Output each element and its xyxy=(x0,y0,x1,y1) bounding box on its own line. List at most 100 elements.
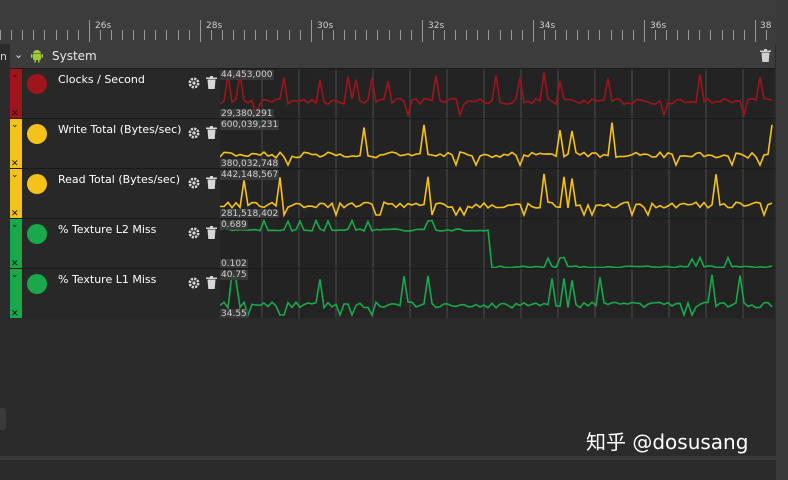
graph-max-value: 40.75 xyxy=(220,270,248,280)
row-color-bar[interactable]: ⌄ ✕ xyxy=(10,169,22,219)
ruler-tick xyxy=(100,30,101,40)
trash-icon[interactable] xyxy=(206,276,217,289)
ruler-tick xyxy=(744,30,745,40)
ruler-tick xyxy=(266,30,267,40)
ruler-tick xyxy=(522,30,523,40)
ruler-tick xyxy=(733,30,734,40)
ruler-tick xyxy=(133,30,134,40)
counter-trace xyxy=(220,72,773,119)
ruler-tick xyxy=(300,30,301,40)
chevron-down-icon[interactable]: ⌄ xyxy=(14,48,23,61)
trash-icon[interactable] xyxy=(206,176,217,189)
ruler-tick xyxy=(255,30,256,40)
counter-row-read-total[interactable]: ⌄ ✕ Read Total (Bytes/sec) 442,148,567 28… xyxy=(10,168,775,219)
gear-icon[interactable] xyxy=(188,277,200,289)
color-indicator[interactable] xyxy=(27,74,47,94)
tick-label: 26s xyxy=(95,21,112,31)
chevron-down-icon[interactable]: ⌄ xyxy=(11,170,19,180)
ruler-tick xyxy=(155,30,156,40)
timeline-ruler[interactable]: 26s 28s 30s 32s 34s 36s 38 xyxy=(0,0,788,44)
ruler-tick xyxy=(455,30,456,40)
ruler-tick xyxy=(710,30,711,40)
gear-icon[interactable] xyxy=(188,227,200,239)
counter-trace xyxy=(220,173,773,218)
counter-row-clocks[interactable]: ⌄ ✕ Clocks / Second 44,453,000 29,380,291 xyxy=(10,68,775,119)
right-side-panel xyxy=(776,0,788,480)
ruler-tick xyxy=(333,30,334,40)
counter-graph[interactable]: 442,148,567 281,518,402 xyxy=(220,169,774,219)
tick-label: 36s xyxy=(650,21,667,31)
ruler-tick xyxy=(633,30,634,40)
counter-row-texture-l2-miss[interactable]: ⌄ ✕ % Texture L2 Miss 0.689 0.102 xyxy=(10,218,775,269)
row-color-bar[interactable]: ⌄ ✕ xyxy=(10,69,22,119)
collapse-handle[interactable] xyxy=(0,408,6,430)
ruler-tick xyxy=(533,20,534,42)
color-indicator[interactable] xyxy=(27,174,47,194)
counter-graph[interactable]: 600,039,231 380,032,748 xyxy=(220,119,774,169)
ruler-tick xyxy=(11,30,12,40)
ruler-tick xyxy=(444,30,445,40)
row-color-bar[interactable]: ⌄ ✕ xyxy=(10,119,22,169)
color-indicator[interactable] xyxy=(27,274,47,294)
counter-trace xyxy=(220,219,773,269)
tick-label: 30s xyxy=(317,21,334,31)
tick-label: 28s xyxy=(206,21,223,31)
ruler-tick xyxy=(722,30,723,40)
gear-icon[interactable] xyxy=(188,127,200,139)
gear-icon[interactable] xyxy=(188,77,200,89)
trash-icon[interactable] xyxy=(206,226,217,239)
graph-max-value: 600,039,231 xyxy=(220,120,280,130)
ruler-tick xyxy=(377,30,378,40)
android-icon xyxy=(31,50,43,63)
ruler-tick xyxy=(755,20,756,42)
counter-row-write-total[interactable]: ⌄ ✕ Write Total (Bytes/sec) 600,039,231 3… xyxy=(10,118,775,169)
ruler-tick xyxy=(44,30,45,40)
graph-max-value: 442,148,567 xyxy=(220,170,280,180)
ruler-tick xyxy=(411,30,412,40)
counter-graph[interactable]: 0.689 0.102 xyxy=(220,219,774,269)
ruler-tick xyxy=(189,30,190,40)
graph-max-value: 44,453,000 xyxy=(220,70,274,80)
chevron-down-icon[interactable]: ⌄ xyxy=(11,270,19,280)
horizontal-scrollbar[interactable] xyxy=(0,456,776,460)
chevron-down-icon[interactable]: ⌄ xyxy=(11,120,19,130)
ruler-tick xyxy=(655,30,656,40)
counter-label: % Texture L1 Miss xyxy=(58,273,157,286)
row-color-bar[interactable]: ⌄ ✕ xyxy=(10,269,22,319)
counter-label: Clocks / Second xyxy=(58,73,145,86)
color-indicator[interactable] xyxy=(27,124,47,144)
panel-title: System xyxy=(52,49,97,63)
ruler-tick xyxy=(599,30,600,40)
ruler-tick xyxy=(56,30,57,40)
counter-label: Write Total (Bytes/sec) xyxy=(58,123,182,136)
counter-graph[interactable]: 44,453,000 29,380,291 xyxy=(220,69,774,119)
ruler-tick xyxy=(577,30,578,40)
ruler-tick xyxy=(699,30,700,40)
counter-trace xyxy=(220,271,773,318)
ruler-tick xyxy=(322,30,323,40)
ruler-tick xyxy=(355,30,356,40)
graph-max-value: 0.689 xyxy=(220,220,248,230)
trash-icon[interactable] xyxy=(760,49,771,62)
gear-icon[interactable] xyxy=(188,177,200,189)
color-indicator[interactable] xyxy=(27,224,47,244)
ruler-tick xyxy=(311,20,312,42)
chevron-down-icon[interactable]: ⌄ xyxy=(11,220,19,230)
ruler-tick xyxy=(555,30,556,40)
ruler-tick xyxy=(122,30,123,40)
ruler-tick xyxy=(33,30,34,40)
ruler-tick xyxy=(433,30,434,40)
row-color-bar[interactable]: ⌄ ✕ xyxy=(10,219,22,269)
chevron-down-icon[interactable]: ⌄ xyxy=(11,70,19,80)
trash-icon[interactable] xyxy=(206,76,217,89)
trash-icon[interactable] xyxy=(206,126,217,139)
counter-graph[interactable]: 40.75 34.55 xyxy=(220,269,774,319)
counter-label: Read Total (Bytes/sec) xyxy=(58,173,181,186)
tick-label: 32s xyxy=(428,21,445,31)
ruler-tick xyxy=(488,30,489,40)
ruler-tick xyxy=(666,30,667,40)
system-panel: ⌄ System ⌄ ✕ Clocks / Second 44,453,000 2… xyxy=(10,44,775,319)
ruler-tick xyxy=(244,30,245,40)
panel-header[interactable]: ⌄ System xyxy=(10,44,775,68)
counter-row-texture-l1-miss[interactable]: ⌄ ✕ % Texture L1 Miss 40.75 34.55 xyxy=(10,268,775,319)
